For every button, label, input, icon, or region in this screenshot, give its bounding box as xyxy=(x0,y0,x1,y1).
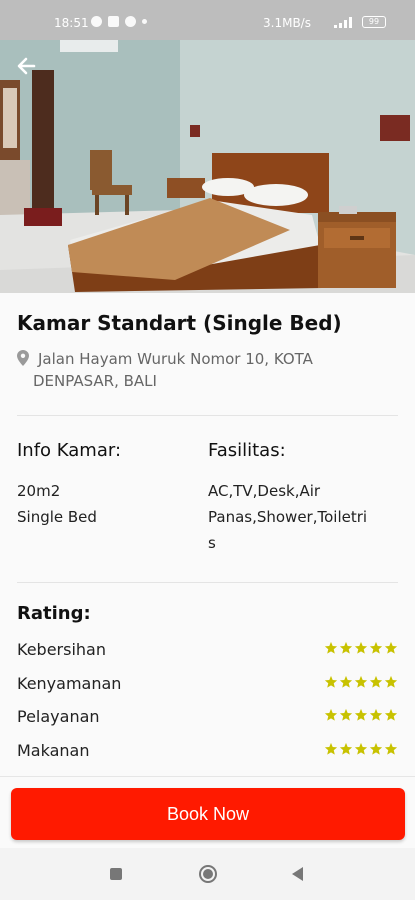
info-heading: Info Kamar: xyxy=(17,440,122,461)
arrow-left-icon xyxy=(17,57,36,75)
game-icon xyxy=(125,16,136,27)
network-speed: 3.1MB/s xyxy=(263,16,311,30)
rating-label: Kenyamanan xyxy=(17,674,122,693)
star-rating xyxy=(324,675,398,689)
star-icon xyxy=(339,708,353,721)
star-icon xyxy=(354,742,368,755)
star-icon xyxy=(369,708,383,721)
star-icon xyxy=(384,675,398,688)
rating-row-pelayanan: Pelayanan xyxy=(17,707,398,731)
star-icon xyxy=(339,641,353,654)
star-icon xyxy=(339,675,353,688)
rating-label: Kebersihan xyxy=(17,640,106,659)
star-rating xyxy=(324,742,398,756)
room-title: Kamar Standart (Single Bed) xyxy=(17,311,342,335)
system-nav-bar xyxy=(0,848,415,900)
back-button[interactable] xyxy=(12,52,40,80)
rating-heading: Rating: xyxy=(17,603,91,624)
facilities-list: AC,TV,Desk,Air Panas,Shower,Toiletri s xyxy=(208,478,367,556)
location-pin-icon xyxy=(17,350,29,366)
star-icon xyxy=(324,708,338,721)
divider xyxy=(17,582,398,583)
back-triangle-icon[interactable] xyxy=(292,867,303,881)
star-icon xyxy=(369,742,383,755)
star-icon xyxy=(324,641,338,654)
star-rating xyxy=(324,641,398,655)
rating-row-makanan: Makanan xyxy=(17,741,398,765)
room-illustration xyxy=(0,40,415,293)
star-icon xyxy=(369,641,383,654)
dot-icon xyxy=(142,19,147,24)
star-icon xyxy=(354,675,368,688)
star-icon xyxy=(324,742,338,755)
chat-icon xyxy=(108,16,119,27)
star-icon xyxy=(369,675,383,688)
battery-level: 99 xyxy=(368,17,380,26)
facilities-line-2: Panas,Shower,Toiletri xyxy=(208,508,368,526)
home-icon[interactable] xyxy=(199,865,217,883)
star-rating xyxy=(324,708,398,722)
rating-label: Makanan xyxy=(17,741,90,760)
status-bar: 18:51 3.1MB/s 99 xyxy=(0,0,415,40)
recent-apps-icon[interactable] xyxy=(110,868,122,880)
star-icon xyxy=(384,742,398,755)
rating-label: Pelayanan xyxy=(17,707,100,726)
star-icon xyxy=(384,641,398,654)
star-icon xyxy=(339,742,353,755)
info-list: 20m2 Single Bed xyxy=(17,478,97,530)
hotel-room-photo xyxy=(0,40,415,293)
notification-icons xyxy=(91,16,147,27)
star-icon xyxy=(354,708,368,721)
info-bed: Single Bed xyxy=(17,508,97,526)
divider xyxy=(17,415,398,416)
info-size: 20m2 xyxy=(17,482,61,500)
battery-icon: 99 xyxy=(362,16,386,28)
facilities-line-1: AC,TV,Desk,Air xyxy=(208,482,321,500)
status-time: 18:51 xyxy=(54,16,89,30)
whatsapp-icon xyxy=(91,16,102,27)
rating-row-kebersihan: Kebersihan xyxy=(17,640,398,664)
star-icon xyxy=(324,675,338,688)
facilities-line-3: s xyxy=(208,534,216,552)
star-icon xyxy=(384,708,398,721)
room-address: Jalan Hayam Wuruk Nomor 10, KOTA DENPASA… xyxy=(17,348,387,392)
bottom-divider xyxy=(0,776,415,777)
rating-row-kenyamanan: Kenyamanan xyxy=(17,674,398,698)
address-text: Jalan Hayam Wuruk Nomor 10, KOTA DENPASA… xyxy=(33,350,313,390)
star-icon xyxy=(354,641,368,654)
book-now-button[interactable]: Book Now xyxy=(11,788,405,840)
signal-icon xyxy=(334,17,352,28)
facilities-heading: Fasilitas: xyxy=(208,440,286,461)
